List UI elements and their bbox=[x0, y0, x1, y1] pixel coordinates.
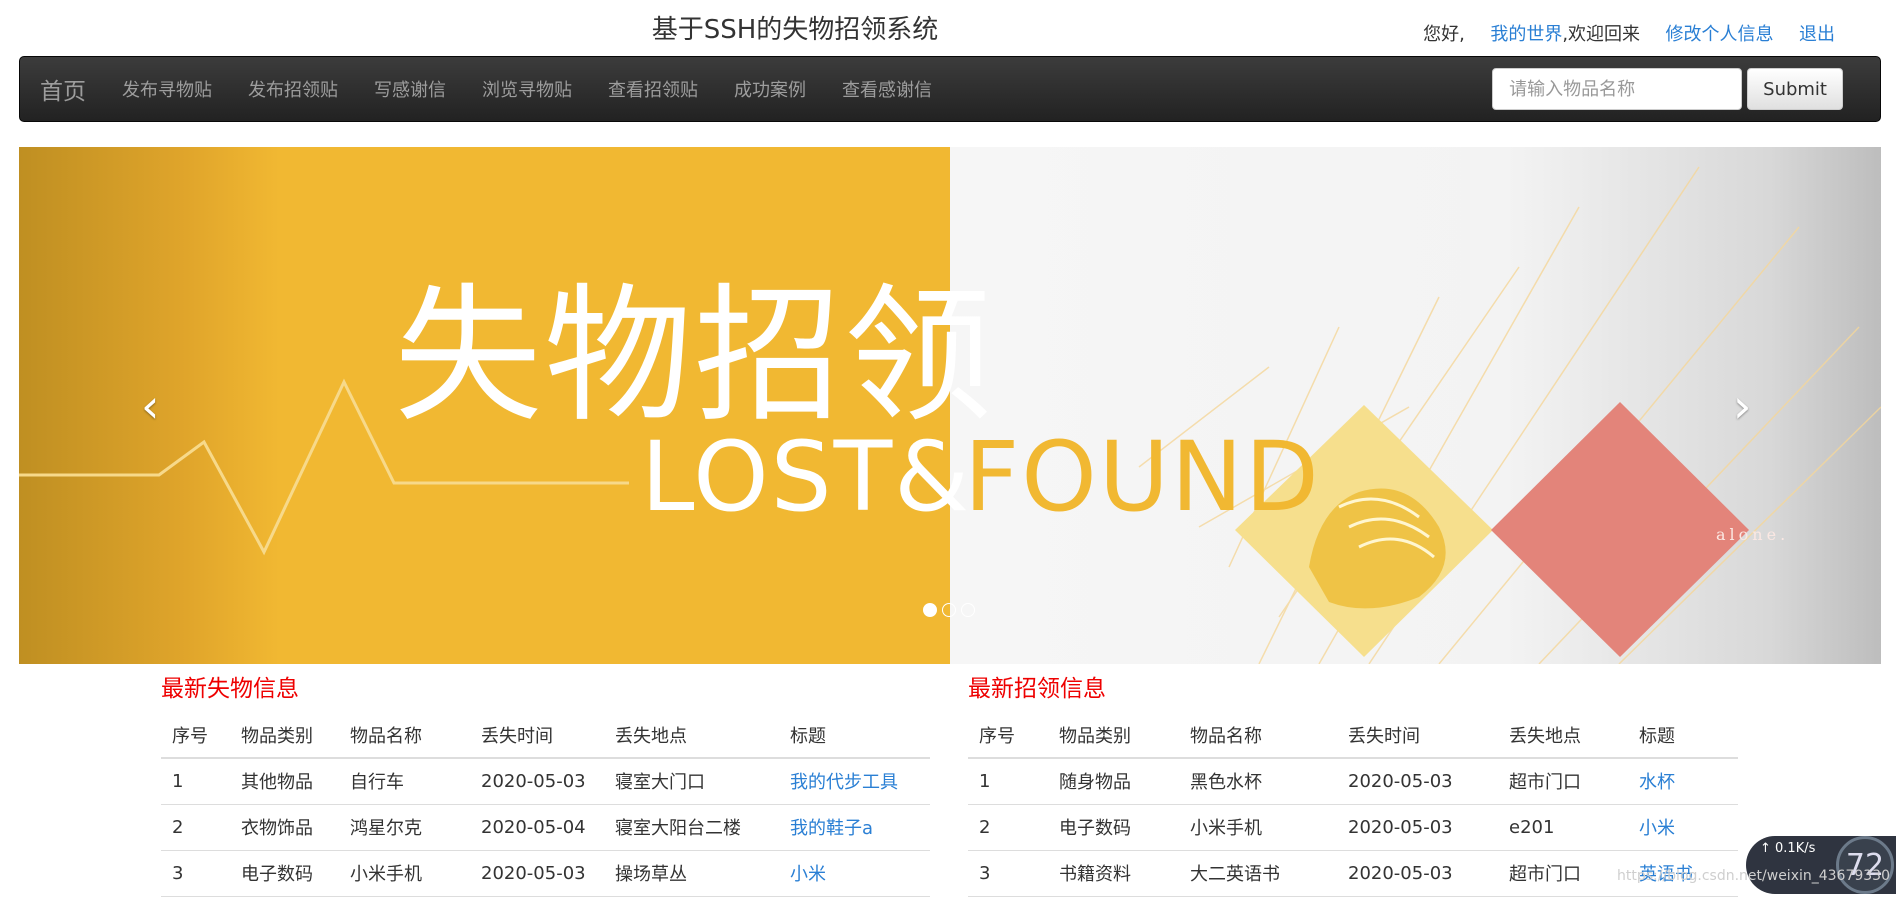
found-section: 最新招领信息 序号 物品类别 物品名称 丢失时间 丢失地点 标题 1 随身物品 … bbox=[968, 672, 1738, 897]
cell-category: 电子数码 bbox=[1048, 804, 1179, 851]
banner-carousel: 失物招领 LOST& FOUND alone. ‹ › bbox=[19, 147, 1881, 664]
cell-date: 2020-05-03 bbox=[1337, 850, 1498, 897]
cell-place: 操场草丛 bbox=[604, 850, 779, 897]
table-header-row: 序号 物品类别 物品名称 丢失时间 丢失地点 标题 bbox=[161, 712, 930, 759]
found-section-title: 最新招领信息 bbox=[968, 676, 1106, 702]
cell-category: 衣物饰品 bbox=[230, 804, 339, 851]
cell-title: 水杯 bbox=[1628, 758, 1738, 805]
item-title-link[interactable]: 小米 bbox=[790, 864, 826, 885]
cell-no: 1 bbox=[161, 758, 230, 805]
network-speed-widget[interactable]: ↑ 0.1K/s 72 bbox=[1746, 836, 1896, 894]
watermark-text: https://blog.csdn.net/weixin_43679330 bbox=[1616, 868, 1890, 884]
table-row: 1 随身物品 黑色水杯 2020-05-03 超市门口 水杯 bbox=[968, 758, 1738, 805]
table-row: 2 电子数码 小米手机 2020-05-03 e201 小米 bbox=[968, 804, 1738, 851]
item-title-link[interactable]: 我的鞋子a bbox=[790, 818, 873, 839]
upload-speed: ↑ 0.1K/s bbox=[1760, 841, 1816, 856]
username-link[interactable]: 我的世界 bbox=[1490, 24, 1562, 45]
col-header: 序号 bbox=[968, 712, 1048, 759]
cell-date: 2020-05-03 bbox=[470, 758, 604, 805]
carousel-indicator-3[interactable] bbox=[961, 603, 975, 617]
table-row: 1 其他物品 自行车 2020-05-03 寝室大门口 我的代步工具 bbox=[161, 758, 930, 805]
lost-table: 序号 物品类别 物品名称 丢失时间 丢失地点 标题 1 其他物品 自行车 202… bbox=[161, 712, 930, 897]
nav-item-browse-lost[interactable]: 浏览寻物贴 bbox=[464, 76, 590, 102]
cell-title: 小米 bbox=[779, 850, 930, 897]
carousel-indicator-1[interactable] bbox=[923, 603, 937, 617]
cell-title: 我的代步工具 bbox=[779, 758, 930, 805]
banner-title-en-right: FOUND bbox=[964, 421, 1321, 533]
col-header: 物品类别 bbox=[1048, 712, 1179, 759]
col-header: 标题 bbox=[1628, 712, 1738, 759]
carousel-indicator-2[interactable] bbox=[942, 603, 956, 617]
nav-item-view-thanks[interactable]: 查看感谢信 bbox=[824, 76, 950, 102]
cell-category: 书籍资料 bbox=[1048, 850, 1179, 897]
cell-name: 大二英语书 bbox=[1179, 850, 1337, 897]
col-header: 丢失时间 bbox=[1337, 712, 1498, 759]
nav-item-success-cases[interactable]: 成功案例 bbox=[716, 76, 824, 102]
edit-profile-link[interactable]: 修改个人信息 bbox=[1666, 24, 1774, 45]
navbar: 首页 发布寻物贴 发布招领贴 写感谢信 浏览寻物贴 查看招领贴 成功案例 查看感… bbox=[19, 56, 1881, 122]
nav-item-write-thanks[interactable]: 写感谢信 bbox=[356, 76, 464, 102]
table-row: 3 电子数码 小米手机 2020-05-03 操场草丛 小米 bbox=[161, 850, 930, 897]
cell-no: 3 bbox=[968, 850, 1048, 897]
col-header: 物品名称 bbox=[1179, 712, 1337, 759]
nav-item-post-found[interactable]: 发布招领贴 bbox=[230, 76, 356, 102]
carousel-indicators bbox=[923, 603, 975, 617]
col-header: 物品名称 bbox=[339, 712, 470, 759]
col-header: 标题 bbox=[779, 712, 930, 759]
cell-place: 超市门口 bbox=[1498, 758, 1628, 805]
logout-link[interactable]: 退出 bbox=[1799, 24, 1835, 45]
cell-no: 2 bbox=[968, 804, 1048, 851]
cell-date: 2020-05-04 bbox=[470, 804, 604, 851]
cell-no: 2 bbox=[161, 804, 230, 851]
lost-section-title: 最新失物信息 bbox=[161, 676, 299, 702]
alone-text: alone. bbox=[1716, 525, 1790, 544]
cell-category: 随身物品 bbox=[1048, 758, 1179, 805]
nav-item-post-lost[interactable]: 发布寻物贴 bbox=[104, 76, 230, 102]
cell-place: 寝室大门口 bbox=[604, 758, 779, 805]
lost-section: 最新失物信息 序号 物品类别 物品名称 丢失时间 丢失地点 标题 1 其他物品 … bbox=[161, 672, 930, 897]
cell-no: 1 bbox=[968, 758, 1048, 805]
search-input[interactable] bbox=[1492, 68, 1743, 110]
cell-title: 我的鞋子a bbox=[779, 804, 930, 851]
nav-item-view-found[interactable]: 查看招领贴 bbox=[590, 76, 716, 102]
cell-place: 超市门口 bbox=[1498, 850, 1628, 897]
cell-date: 2020-05-03 bbox=[1337, 758, 1498, 805]
cell-place: 寝室大阳台二楼 bbox=[604, 804, 779, 851]
submit-button[interactable]: Submit bbox=[1747, 68, 1843, 110]
cell-title: 小米 bbox=[1628, 804, 1738, 851]
cell-name: 黑色水杯 bbox=[1179, 758, 1337, 805]
col-header: 物品类别 bbox=[230, 712, 339, 759]
usage-gauge: 72 bbox=[1836, 836, 1894, 894]
cell-no: 3 bbox=[161, 850, 230, 897]
item-title-link[interactable]: 小米 bbox=[1639, 818, 1675, 839]
cell-name: 小米手机 bbox=[339, 850, 470, 897]
cell-place: e201 bbox=[1498, 804, 1628, 851]
greeting-text: 您好, bbox=[1423, 24, 1465, 45]
chevron-right-icon[interactable]: › bbox=[1733, 379, 1751, 433]
search-form: Submit bbox=[1492, 68, 1843, 110]
item-title-link[interactable]: 我的代步工具 bbox=[790, 772, 898, 793]
cell-date: 2020-05-03 bbox=[1337, 804, 1498, 851]
user-bar: 您好, 我的世界,欢迎回来 修改个人信息 退出 bbox=[1423, 20, 1835, 46]
table-row: 2 衣物饰品 鸿星尔克 2020-05-04 寝室大阳台二楼 我的鞋子a bbox=[161, 804, 930, 851]
cell-category: 电子数码 bbox=[230, 850, 339, 897]
item-title-link[interactable]: 水杯 bbox=[1639, 772, 1675, 793]
cell-name: 自行车 bbox=[339, 758, 470, 805]
nav-brand-home[interactable]: 首页 bbox=[20, 72, 104, 106]
col-header: 丢失地点 bbox=[1498, 712, 1628, 759]
chevron-left-icon[interactable]: ‹ bbox=[141, 379, 159, 433]
banner-title-en-left: LOST& bbox=[641, 421, 972, 533]
cell-date: 2020-05-03 bbox=[470, 850, 604, 897]
table-header-row: 序号 物品类别 物品名称 丢失时间 丢失地点 标题 bbox=[968, 712, 1738, 759]
cell-category: 其他物品 bbox=[230, 758, 339, 805]
welcome-text: ,欢迎回来 bbox=[1562, 24, 1641, 45]
col-header: 丢失地点 bbox=[604, 712, 779, 759]
banner-title-cn: 失物招领 bbox=[394, 270, 994, 442]
cell-name: 小米手机 bbox=[1179, 804, 1337, 851]
col-header: 丢失时间 bbox=[470, 712, 604, 759]
col-header: 序号 bbox=[161, 712, 230, 759]
page-title: 基于SSH的失物招领系统 bbox=[651, 15, 939, 45]
cell-name: 鸿星尔克 bbox=[339, 804, 470, 851]
